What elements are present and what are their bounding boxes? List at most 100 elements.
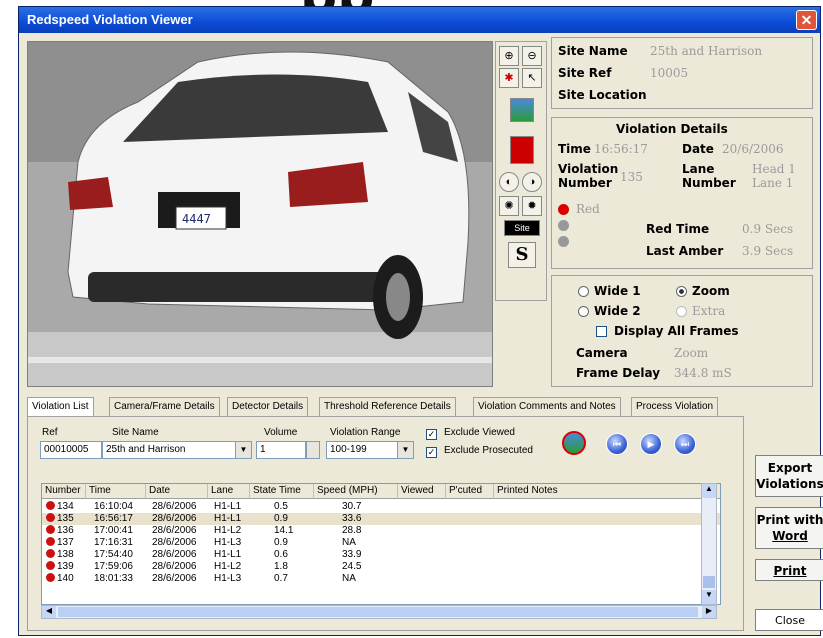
tab-threshold-reference-details[interactable]: Threshold Reference Details (319, 397, 456, 417)
no-image-icon[interactable] (562, 431, 586, 455)
row-time: 17:00:41 (94, 525, 133, 536)
row-speed: 24.5 (342, 561, 362, 572)
scroll-up-icon[interactable]: ▲ (702, 484, 716, 498)
row-speed: NA (342, 537, 356, 548)
time-value: 16:56:17 (594, 142, 648, 156)
col-header-number[interactable]: Number (42, 484, 86, 499)
row-number: 134 (46, 501, 74, 512)
tab-violation-list[interactable]: Violation List (27, 397, 94, 418)
h-scroll-thumb[interactable] (58, 607, 698, 617)
lane-label-1: Lane (682, 162, 715, 176)
red-dot-icon (46, 513, 55, 522)
sharpen-icon[interactable]: ✺ (499, 196, 519, 216)
exclude-prosecuted-checkbox[interactable]: ✓ (426, 447, 437, 458)
time-label: Time (558, 142, 591, 156)
row-lane: H1-L3 (214, 573, 242, 584)
tab-violation-comments[interactable]: Violation Comments and Notes (473, 397, 621, 417)
row-date: 28/6/2006 (152, 561, 197, 572)
last-button[interactable]: ⏭ (674, 433, 696, 455)
zoom-out-icon[interactable]: ⊖ (522, 46, 542, 66)
play-button[interactable]: ▶ (640, 433, 662, 455)
table-row[interactable]: 134 16:10:04 28/6/2006 H1-L1 0.5 30.7 (42, 501, 720, 513)
pointer-icon[interactable]: ↖ (522, 68, 542, 88)
table-row[interactable]: 139 17:59:06 28/6/2006 H1-L2 1.8 24.5 (42, 561, 720, 573)
table-row[interactable]: 136 17:00:41 28/6/2006 H1-L2 14.1 28.8 (42, 525, 720, 537)
display-all-checkbox[interactable] (596, 326, 607, 337)
close-window-button[interactable]: ✕ (796, 10, 817, 30)
scroll-down-icon[interactable]: ▼ (702, 590, 716, 604)
car-image: 4447 (28, 42, 492, 386)
camera-value: Zoom (674, 346, 709, 360)
col-header-prosecuted[interactable]: P'cuted (446, 484, 494, 499)
site-panel: Site Name 25th and Harrison Site Ref 100… (551, 37, 813, 109)
site-button[interactable]: Site (504, 220, 540, 236)
chevron-down-icon[interactable]: ▼ (235, 442, 251, 458)
wide2-radio[interactable] (578, 306, 589, 317)
tab-detector-details[interactable]: Detector Details (227, 397, 309, 417)
scroll-left-icon[interactable]: ◀ (42, 606, 56, 618)
red-cross-icon[interactable]: ✱ (499, 68, 519, 88)
violation-table: Number Time Date Lane State Time Speed (… (41, 483, 721, 605)
violation-photo: 4447 (27, 41, 493, 387)
film-icon[interactable] (510, 136, 534, 164)
zoom-label: Zoom (692, 284, 730, 298)
red-light-icon (558, 204, 569, 215)
print-with-word-button[interactable]: Print with Word (755, 507, 823, 549)
wide1-radio[interactable] (578, 286, 589, 297)
row-speed: 28.8 (342, 525, 362, 536)
view-options-panel: Wide 1 Zoom Wide 2 Extra Display All Fra… (551, 275, 813, 387)
violation-range-select[interactable]: 100-199 ▼ (326, 441, 414, 459)
volume-stepper[interactable] (306, 441, 320, 459)
vertical-scrollbar[interactable]: ▲ ▼ (701, 483, 717, 605)
red-label: Red (576, 202, 600, 216)
export-violations-button[interactable]: Export Violations (755, 455, 823, 497)
col-header-date[interactable]: Date (146, 484, 208, 499)
brightness-icon[interactable]: ◑ (522, 172, 542, 192)
red-time-label: Red Time (646, 222, 710, 236)
first-button[interactable]: ⏮ (606, 433, 628, 455)
exclude-viewed-checkbox[interactable]: ✓ (426, 429, 437, 440)
lane-value-2: Lane 1 (752, 176, 794, 190)
violation-details-heading: Violation Details (616, 122, 728, 136)
ref-input[interactable]: 00010005 (40, 441, 102, 459)
col-header-time[interactable]: Time (86, 484, 146, 499)
zoom-radio[interactable] (676, 286, 687, 297)
volume-input[interactable]: 1 (256, 441, 306, 459)
table-row[interactable]: 137 17:16:31 28/6/2006 H1-L3 0.9 NA (42, 537, 720, 549)
col-header-state-time[interactable]: State Time (250, 484, 314, 499)
row-time: 17:59:06 (94, 561, 133, 572)
horizontal-scrollbar[interactable]: ◀ ▶ (41, 605, 717, 619)
table-row[interactable]: 138 17:54:40 28/6/2006 H1-L1 0.6 33.9 (42, 549, 720, 561)
table-row[interactable]: 135 16:56:17 28/6/2006 H1-L1 0.9 33.6 (42, 513, 720, 525)
tab-camera-frame-details[interactable]: Camera/Frame Details (109, 397, 220, 417)
tab-process-violation[interactable]: Process Violation (631, 397, 719, 417)
col-header-lane[interactable]: Lane (208, 484, 250, 499)
col-header-speed[interactable]: Speed (MPH) (314, 484, 398, 499)
title-bar: Redspeed Violation Viewer ✕ (19, 7, 820, 33)
chevron-down-icon[interactable]: ▼ (397, 442, 413, 458)
col-header-viewed[interactable]: Viewed (398, 484, 446, 499)
col-header-printed-notes[interactable]: Printed Notes (494, 484, 720, 499)
site-name-select-value: 25th and Harrison (106, 444, 186, 455)
scroll-right-icon[interactable]: ▶ (702, 606, 716, 618)
red-dot-icon (46, 573, 55, 582)
scroll-thumb[interactable] (703, 576, 715, 588)
contrast-icon[interactable]: ◐ (499, 172, 519, 192)
table-row[interactable]: 140 18:01:33 28/6/2006 H1-L3 0.7 NA (42, 573, 720, 585)
zoom-in-icon[interactable]: ⊕ (499, 46, 519, 66)
close-button[interactable]: Close (755, 609, 823, 631)
site-name-select[interactable]: 25th and Harrison ▼ (102, 441, 252, 459)
row-state-time: 0.5 (274, 501, 288, 512)
row-number: 135 (46, 513, 74, 524)
soften-icon[interactable]: ✹ (522, 196, 542, 216)
print-button[interactable]: Print (755, 559, 823, 581)
extra-radio[interactable] (676, 306, 687, 317)
amber-light-icon (558, 220, 569, 231)
s-button[interactable]: S (508, 242, 536, 268)
row-speed: 33.6 (342, 513, 362, 524)
row-lane: H1-L1 (214, 501, 242, 512)
last-amber-label: Last Amber (646, 244, 724, 258)
license-plate-text: 4447 (182, 212, 211, 226)
picture-icon[interactable] (510, 98, 534, 122)
row-date: 28/6/2006 (152, 537, 197, 548)
